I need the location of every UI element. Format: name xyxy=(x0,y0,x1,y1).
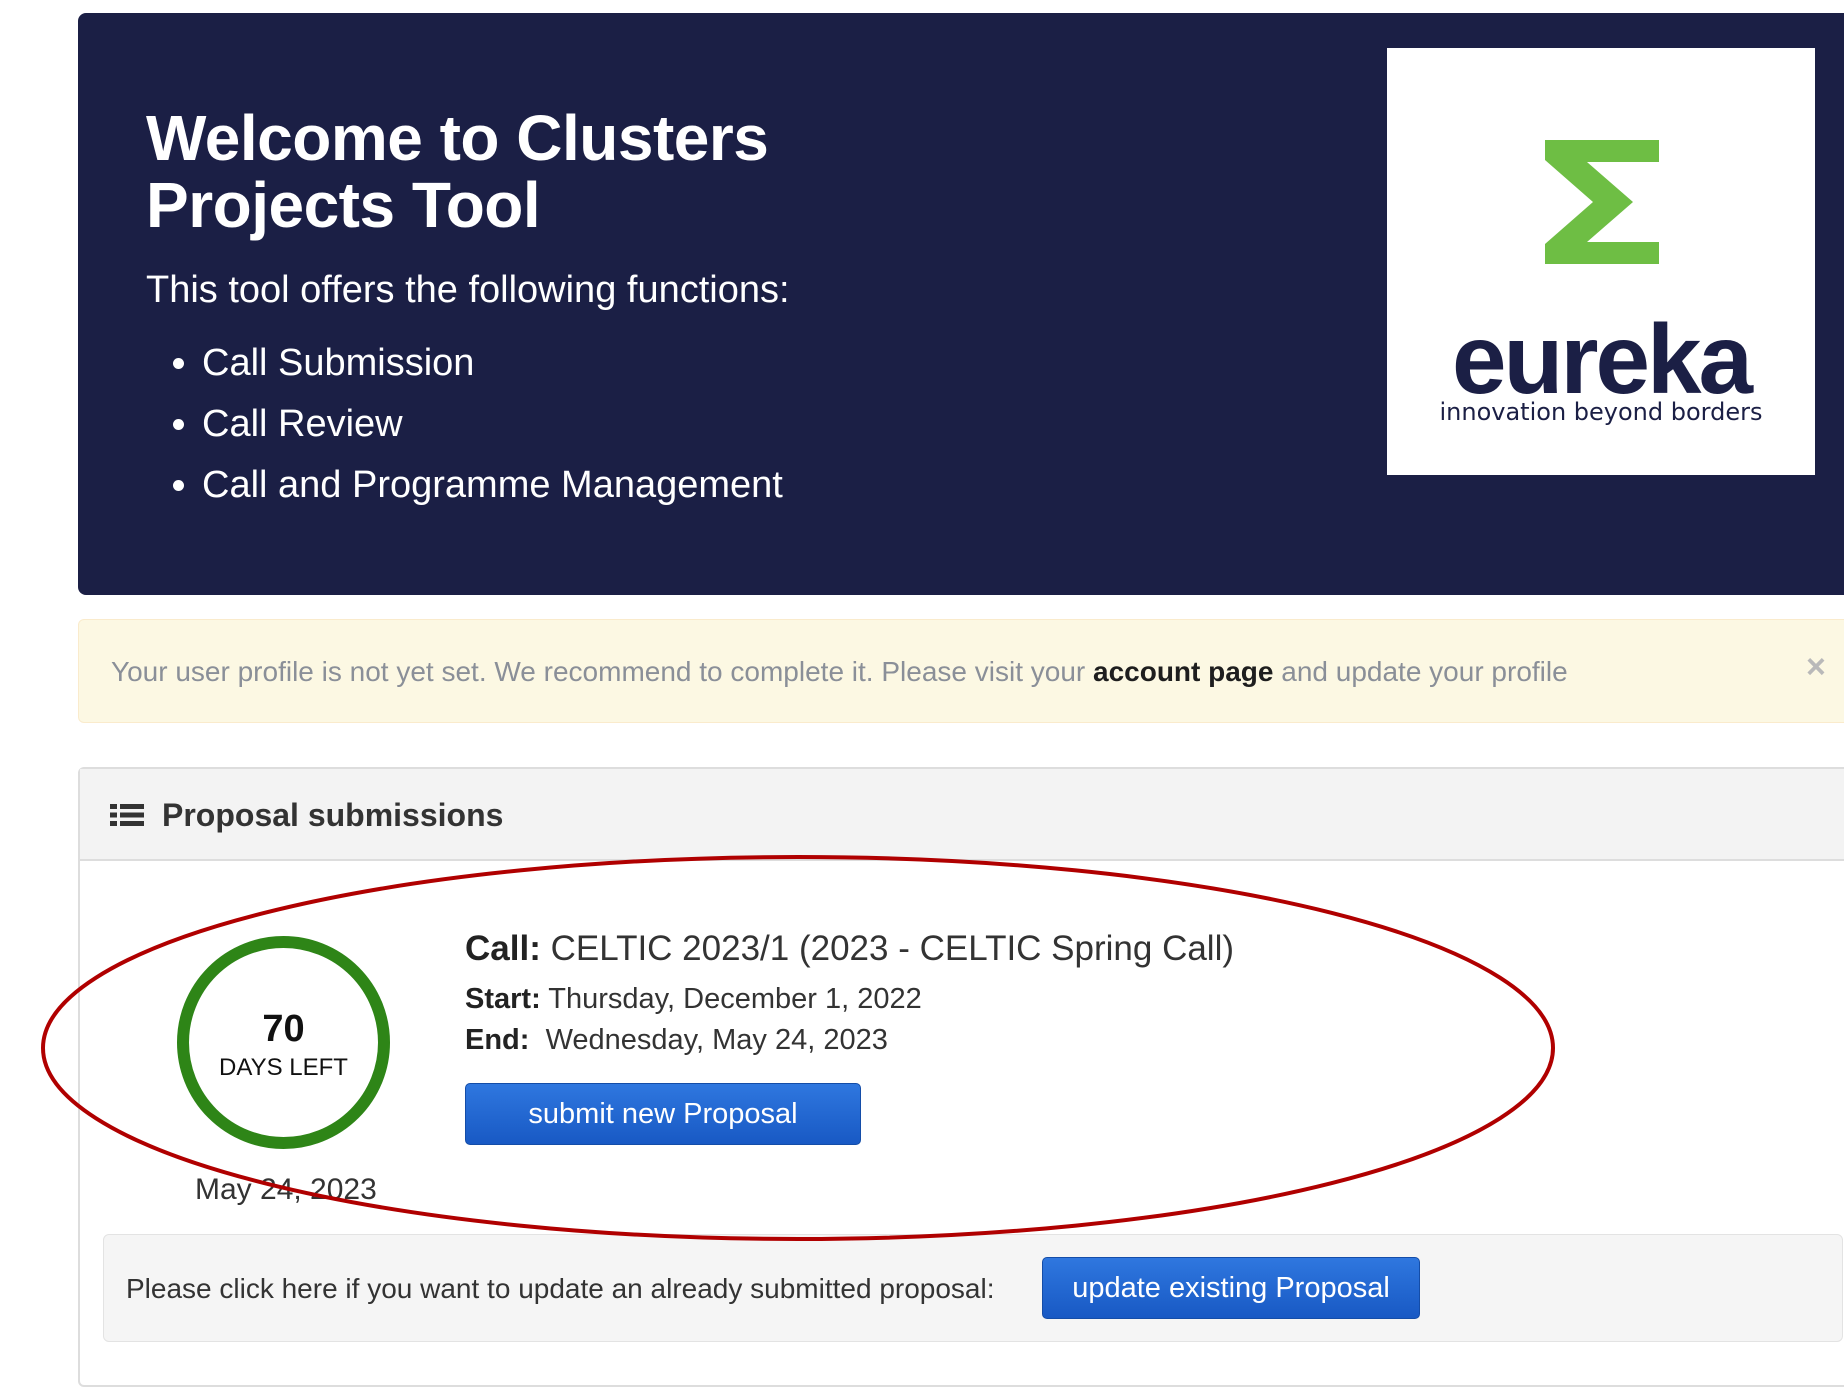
start-label: Start: xyxy=(465,983,541,1015)
account-page-link[interactable]: account page xyxy=(1093,656,1273,687)
function-list: Call Submission Call Review Call and Pro… xyxy=(146,333,783,516)
update-existing-proposal-button[interactable]: update existing Proposal xyxy=(1042,1257,1420,1319)
end-value: Wednesday, May 24, 2023 xyxy=(545,1024,888,1056)
start-value: Thursday, December 1, 2022 xyxy=(548,983,922,1015)
function-item: Call Submission xyxy=(202,333,783,394)
page-title: Welcome to Clusters Projects Tool xyxy=(146,102,769,241)
panel-title: Proposal submissions xyxy=(162,797,504,833)
logo-tagline: innovation beyond borders xyxy=(1439,398,1763,426)
logo-wordmark: eureka xyxy=(1451,304,1753,414)
days-left-count: 70 xyxy=(262,1008,305,1050)
submit-new-proposal-button[interactable]: submit new Proposal xyxy=(465,1083,861,1145)
alert-text-after: and update your profile xyxy=(1281,656,1568,687)
days-left-label: DAYS LEFT xyxy=(219,1054,348,1081)
function-item: Call Review xyxy=(202,394,783,455)
deadline-date: May 24, 2023 xyxy=(195,1173,377,1206)
alert-message: Your user profile is not yet set. We rec… xyxy=(111,656,1568,688)
panel-header: Proposal submissions xyxy=(80,769,1844,861)
call-label: Call: xyxy=(465,929,541,968)
profile-alert: Your user profile is not yet set. We rec… xyxy=(78,619,1844,723)
alert-text-before: Your user profile is not yet set. We rec… xyxy=(111,656,1086,687)
days-left-ring: 70 DAYS LEFT xyxy=(177,936,390,1149)
update-proposal-box: Please click here if you want to update … xyxy=(103,1234,1843,1342)
list-icon xyxy=(110,804,144,826)
sigma-icon xyxy=(1545,140,1659,264)
proposal-submissions-panel: Proposal submissions 70 DAYS LEFT May 24… xyxy=(78,767,1844,1387)
eureka-logo: eureka innovation beyond borders xyxy=(1387,48,1815,475)
call-value: CELTIC 2023/1 (2023 - CELTIC Spring Call… xyxy=(550,929,1235,968)
call-title: Call: CELTIC 2023/1 (2023 - CELTIC Sprin… xyxy=(465,929,1234,969)
close-icon[interactable]: × xyxy=(1806,648,1826,687)
call-start: Start: Thursday, December 1, 2022 xyxy=(465,983,922,1016)
update-prompt: Please click here if you want to update … xyxy=(126,1273,995,1304)
intro-text: This tool offers the following functions… xyxy=(146,269,790,311)
call-end: End: Wednesday, May 24, 2023 xyxy=(465,1024,888,1057)
function-item: Call and Programme Management xyxy=(202,455,783,516)
welcome-banner: Welcome to Clusters Projects Tool This t… xyxy=(78,13,1844,595)
end-label: End: xyxy=(465,1024,530,1056)
